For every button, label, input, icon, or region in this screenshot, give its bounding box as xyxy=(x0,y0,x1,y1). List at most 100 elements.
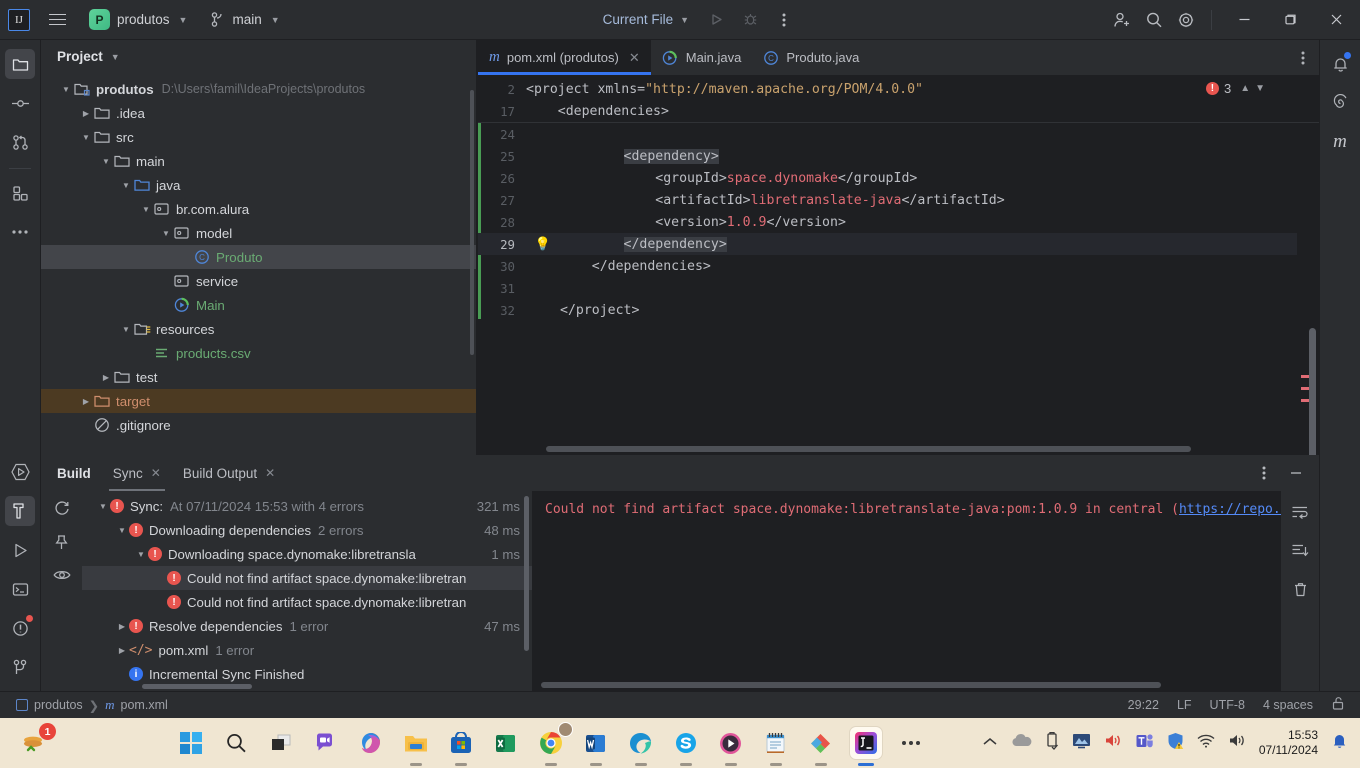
close-window-button[interactable] xyxy=(1314,0,1358,40)
code-line[interactable]: 32 </project> xyxy=(478,299,1319,321)
sidebar-item-problems[interactable] xyxy=(5,613,35,643)
editor-tab-main-java[interactable]: Main.java xyxy=(651,40,753,75)
code-line[interactable]: 26 <groupId>space.dynomake</groupId> xyxy=(478,167,1319,189)
chevron-down-icon[interactable]: ▼ xyxy=(99,154,113,168)
intellij-idea-app-icon[interactable] xyxy=(849,727,882,766)
build-tree-row[interactable]: ▼! Downloading dependencies 2 errors 48 ms xyxy=(82,518,532,542)
encoding-widget[interactable]: UTF-8 xyxy=(1210,698,1245,712)
wifi-tray-icon[interactable] xyxy=(1197,734,1215,753)
main-menu-button[interactable] xyxy=(42,5,72,35)
sidebar-item-commit[interactable] xyxy=(5,88,35,118)
task-view-button[interactable] xyxy=(265,727,297,759)
chevron-down-icon[interactable]: ▼ xyxy=(159,226,173,240)
copilot-app-icon[interactable] xyxy=(355,727,387,759)
taskbar-clock[interactable]: 15:53 07/11/2024 xyxy=(1259,728,1318,758)
close-icon[interactable]: ✕ xyxy=(265,466,275,480)
sidebar-item-pull-requests[interactable] xyxy=(5,127,35,157)
chevron-down-icon[interactable]: ▼ xyxy=(111,52,120,62)
editor-tab-produto-java[interactable]: C Produto.java xyxy=(752,40,870,75)
code-line[interactable]: 27 <artifactId>libretranslate-java</arti… xyxy=(478,189,1319,211)
onedrive-tray-icon[interactable] xyxy=(1011,733,1032,753)
defender-tray-icon[interactable] xyxy=(1167,732,1184,755)
tree-node--idea[interactable]: ▶ .idea xyxy=(41,101,476,125)
chevron-down-icon[interactable]: ▼ xyxy=(119,178,133,192)
rerun-sync-button[interactable] xyxy=(53,499,71,522)
show-more-apps-button[interactable] xyxy=(895,727,927,759)
close-icon[interactable]: ✕ xyxy=(151,466,161,480)
tree-node-produto[interactable]: C Produto xyxy=(41,245,476,269)
build-tree-row[interactable]: ! Could not find artifact space.dynomake:… xyxy=(82,566,532,590)
file-explorer-app-icon[interactable] xyxy=(400,727,432,766)
volume-mute-tray-icon[interactable] xyxy=(1104,733,1123,753)
sidebar-item-more[interactable] xyxy=(5,217,35,247)
build-tree-row[interactable]: ! Could not find artifact space.dynomake:… xyxy=(82,590,532,614)
start-button[interactable] xyxy=(175,727,207,759)
code-line[interactable]: 28 <version>1.0.9</version> xyxy=(478,211,1319,233)
sidebar-item-run-anything[interactable] xyxy=(5,457,35,487)
chevron-down-icon[interactable]: ▼ xyxy=(139,202,153,216)
tree-node-main[interactable]: Main xyxy=(41,293,476,317)
microsoft-store-app-icon[interactable] xyxy=(445,727,477,766)
hide-build-panel-button[interactable] xyxy=(1281,458,1311,488)
tree-node-main[interactable]: ▼ main xyxy=(41,149,476,173)
code-line[interactable]: 30 </dependencies> xyxy=(478,255,1319,277)
indent-widget[interactable]: 4 spaces xyxy=(1263,698,1313,712)
add-collaborator-button[interactable] xyxy=(1107,5,1137,35)
sidebar-item-structure[interactable] xyxy=(5,178,35,208)
more-run-actions-button[interactable] xyxy=(769,5,799,35)
chevron-down-icon[interactable]: ▼ xyxy=(119,322,133,336)
run-configuration-selector[interactable]: Current File ▼ xyxy=(595,8,697,31)
tree-node-src[interactable]: ▼ src xyxy=(41,125,476,149)
gutter-icon-area[interactable]: 💡 xyxy=(526,237,560,252)
editor-horizontal-scrollbar[interactable] xyxy=(546,446,1191,452)
build-console[interactable]: Could not find artifact space.dynomake:l… xyxy=(532,491,1319,691)
paint-app-icon[interactable] xyxy=(805,727,837,766)
chevron-down-icon[interactable]: ▼ xyxy=(115,523,129,537)
prev-error-icon[interactable]: ▲ xyxy=(1240,83,1250,94)
sidebar-item-build[interactable] xyxy=(5,496,35,526)
speaker-tray-icon[interactable] xyxy=(1228,733,1246,753)
sidebar-item-terminal[interactable] xyxy=(5,574,35,604)
show-hidden-icons-button[interactable] xyxy=(982,734,998,752)
notepad-app-icon[interactable] xyxy=(760,727,792,766)
code-line[interactable]: 25 <dependency> xyxy=(478,145,1319,167)
notification-center-button[interactable] xyxy=(1331,732,1348,755)
build-tree-row[interactable]: ▶! Resolve dependencies 1 error 47 ms xyxy=(82,614,532,638)
build-tree-row[interactable]: ▼! Sync: At 07/11/2024 15:53 with 4 errors… xyxy=(82,494,532,518)
inspection-widget[interactable]: ! 3 ▲ ▼ xyxy=(1205,81,1265,96)
build-tree-scrollbar[interactable] xyxy=(524,496,529,651)
media-player-app-icon[interactable] xyxy=(715,727,747,766)
build-panel-options-button[interactable] xyxy=(1249,458,1279,488)
sidebar-item-git[interactable] xyxy=(5,652,35,682)
tab-build-output[interactable]: Build Output ✕ xyxy=(183,455,275,491)
caret-position-widget[interactable]: 29:22 xyxy=(1128,698,1159,712)
minimize-window-button[interactable] xyxy=(1222,0,1266,40)
tree-node-produtos[interactable]: ▼ produtos D:\Users\famil\IdeaProjects\pro… xyxy=(41,77,476,101)
maximize-window-button[interactable] xyxy=(1268,0,1312,40)
run-button[interactable] xyxy=(701,5,731,35)
chevron-right-icon[interactable]: ▶ xyxy=(79,394,93,408)
clear-console-button[interactable] xyxy=(1292,581,1309,603)
sidebar-item-run[interactable] xyxy=(5,535,35,565)
ai-assistant-button[interactable] xyxy=(1325,88,1355,118)
show-warnings-button[interactable] xyxy=(52,568,71,588)
usb-tray-icon[interactable] xyxy=(1045,731,1059,755)
next-error-icon[interactable]: ▼ xyxy=(1255,83,1265,94)
sidebar-item-project[interactable] xyxy=(5,49,35,79)
breadcrumb-file[interactable]: pom.xml xyxy=(121,698,168,712)
tree-node-br-com-alura[interactable]: ▼ br.com.alura xyxy=(41,197,476,221)
project-tree[interactable]: ▼ produtos D:\Users\famil\IdeaProjects\pro… xyxy=(41,73,476,455)
chevron-down-icon[interactable]: ▼ xyxy=(134,547,148,561)
pin-tab-button[interactable] xyxy=(53,534,70,556)
readonly-lock-icon[interactable] xyxy=(1331,696,1346,714)
chevron-right-icon[interactable]: ▶ xyxy=(115,643,129,657)
edge-app-icon[interactable] xyxy=(625,727,657,766)
settings-button[interactable] xyxy=(1171,5,1201,35)
tree-node-java[interactable]: ▼ java xyxy=(41,173,476,197)
maven-tool-window-button[interactable]: m xyxy=(1325,127,1355,157)
chevron-right-icon[interactable]: ▶ xyxy=(99,370,113,384)
build-tree-row[interactable]: ▶ </> pom.xml 1 error xyxy=(82,638,532,662)
chrome-app-icon[interactable] xyxy=(535,722,573,766)
chevron-right-icon[interactable]: ▶ xyxy=(115,619,129,633)
tree-node-service[interactable]: service xyxy=(41,269,476,293)
